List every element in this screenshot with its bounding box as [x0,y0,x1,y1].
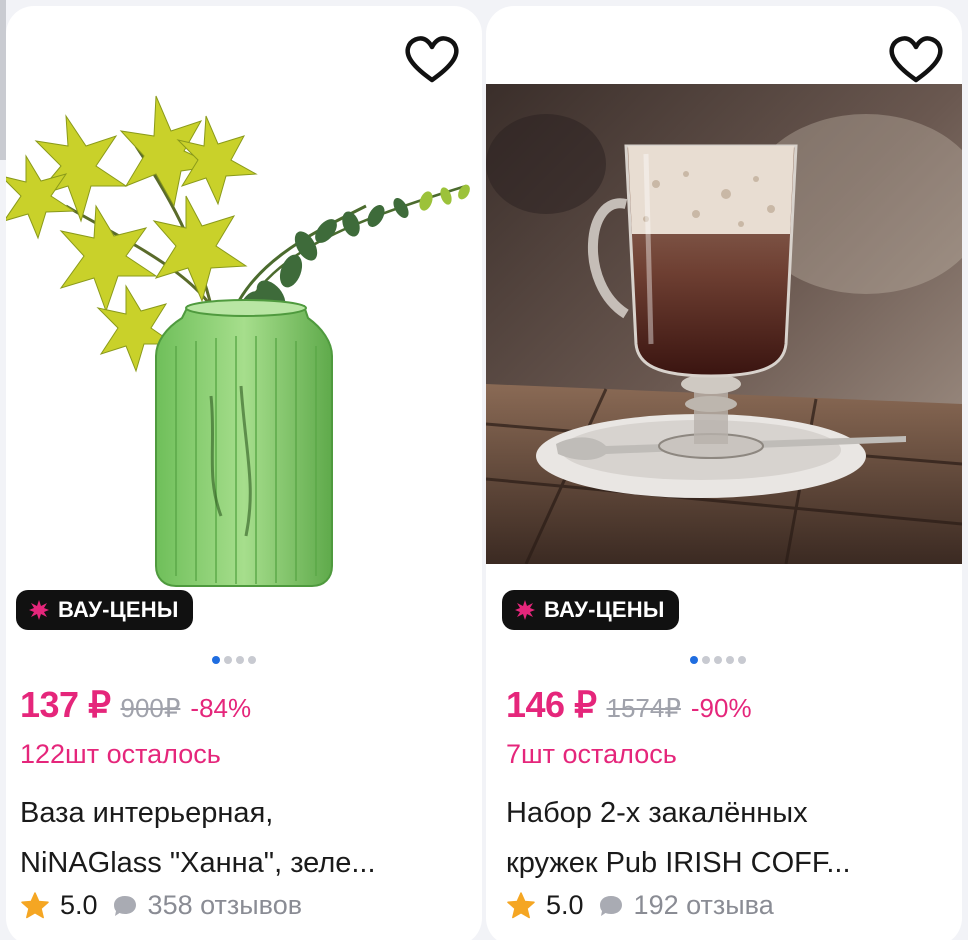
product-title-line[interactable]: NiNAGlass "Ханна", зеле... [20,838,470,888]
carousel-dot[interactable] [236,656,244,664]
product-card[interactable]: ВАУ-ЦЕНЫ 146 ₽ 1574₽ -90% 7шт осталось Н… [486,6,962,940]
comment-bubble-icon [113,895,136,916]
favorite-heart-icon[interactable] [886,32,946,88]
price-row: 146 ₽ 1574₽ -90% [506,684,752,726]
carousel-dot[interactable] [702,656,710,664]
product-image-vase[interactable] [6,56,482,596]
rating-value: 5.0 [60,890,98,920]
carousel-dot[interactable] [714,656,722,664]
badge-label: ВАУ-ЦЕНЫ [58,597,179,622]
rating-value: 5.0 [546,890,584,920]
image-carousel-dots[interactable] [212,656,256,664]
carousel-dot[interactable] [738,656,746,664]
star-icon [507,891,535,918]
product-title[interactable]: Ваза интерьерная, NiNAGlass "Ханна", зел… [20,788,470,888]
stock-remaining: 122шт осталось [20,739,221,769]
pink-burst-icon [515,600,535,620]
stock-remaining: 7шт осталось [506,739,677,769]
pink-burst-icon [29,600,49,620]
old-price: 900₽ [120,693,181,723]
star-icon [21,891,49,918]
rating-row[interactable]: 5.0 358 отзывов [20,890,302,921]
product-image-coffee-glass[interactable] [486,84,962,564]
product-card[interactable]: ВАУ-ЦЕНЫ 137 ₽ 900₽ -84% 122шт осталось … [6,6,482,940]
carousel-dot[interactable] [224,656,232,664]
product-title[interactable]: Набор 2-х закалённых кружек Pub IRISH CO… [506,788,946,888]
reviews-count: 358 отзывов [147,890,303,920]
current-price: 146 ₽ [506,684,597,725]
product-title-line[interactable]: Ваза интерьерная, [20,788,470,838]
product-grid: ВАУ-ЦЕНЫ 137 ₽ 900₽ -84% 122шт осталось … [0,0,968,940]
favorite-heart-icon[interactable] [402,32,462,88]
image-carousel-dots[interactable] [690,656,746,664]
price-row: 137 ₽ 900₽ -84% [20,684,251,726]
product-title-line[interactable]: Набор 2-х закалённых [506,788,946,838]
badge-label: ВАУ-ЦЕНЫ [544,597,665,622]
wow-prices-badge: ВАУ-ЦЕНЫ [502,590,679,630]
wow-prices-badge: ВАУ-ЦЕНЫ [16,590,193,630]
old-price: 1574₽ [606,693,681,723]
comment-bubble-icon [599,895,622,916]
product-title-line[interactable]: кружек Pub IRISH COFF... [506,838,946,888]
carousel-dot[interactable] [726,656,734,664]
rating-row[interactable]: 5.0 192 отзыва [506,890,774,921]
current-price: 137 ₽ [20,684,111,725]
carousel-dot[interactable] [690,656,698,664]
discount-percent: -84% [190,693,252,723]
discount-percent: -90% [690,693,752,723]
carousel-dot[interactable] [212,656,220,664]
reviews-count: 192 отзыва [633,890,774,920]
carousel-dot[interactable] [248,656,256,664]
